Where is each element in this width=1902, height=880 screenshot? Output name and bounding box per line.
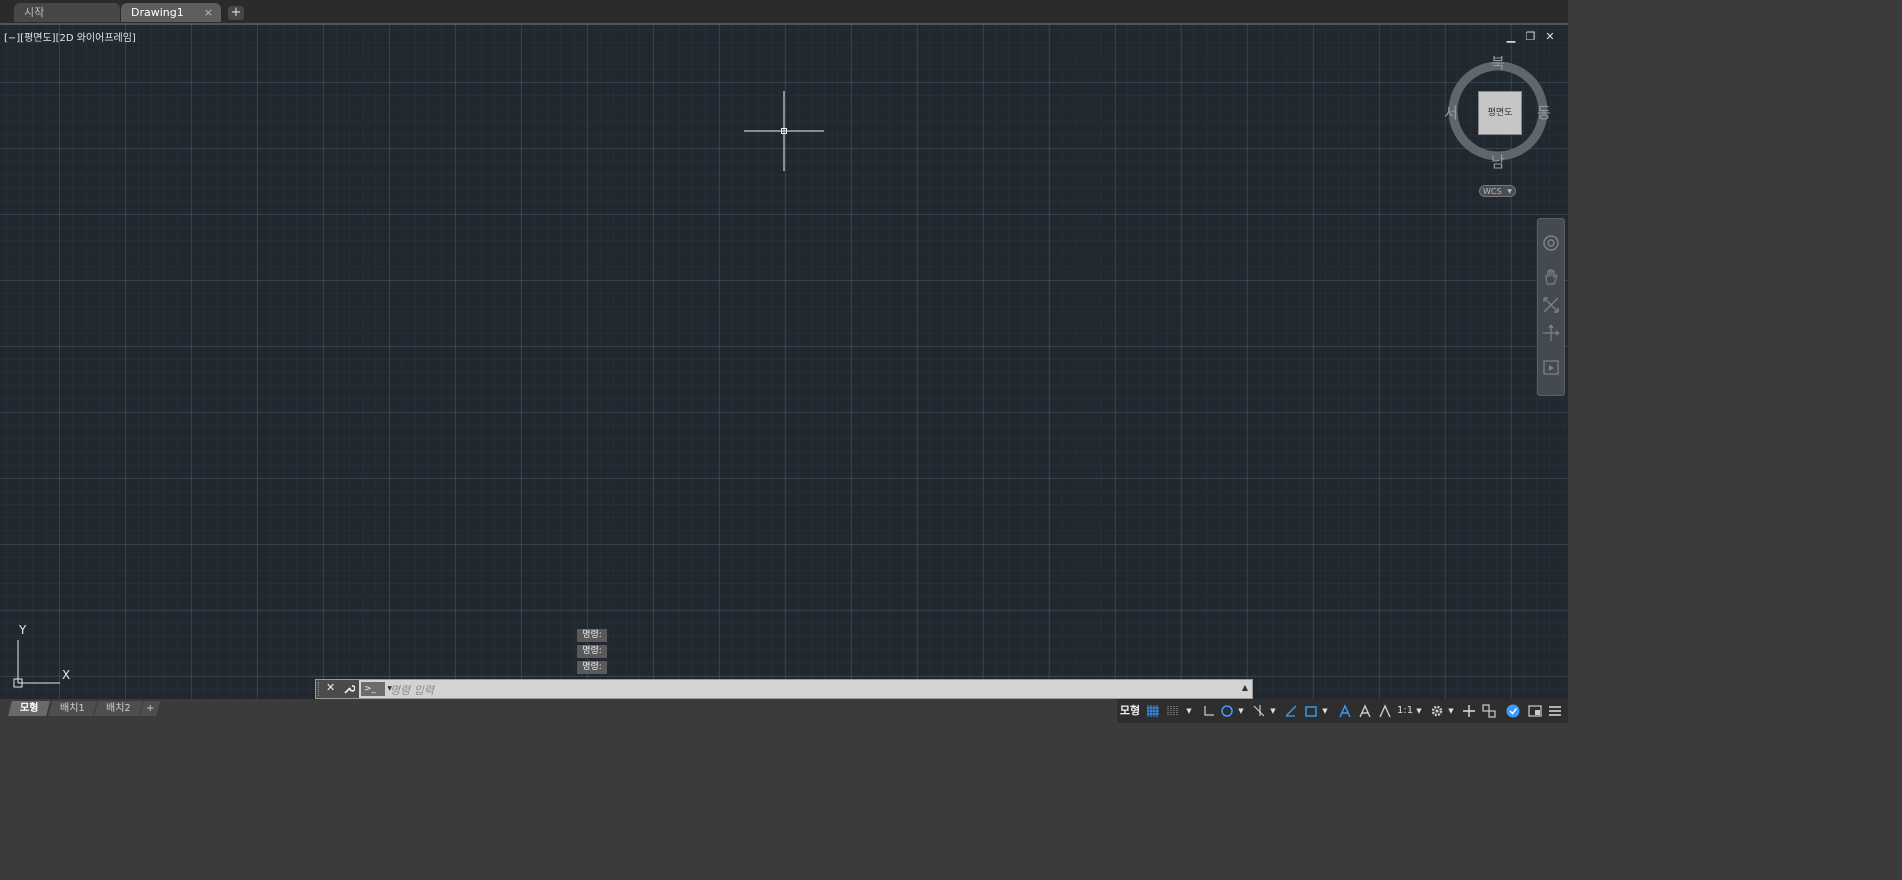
zoom-extents-icon[interactable]: [1541, 295, 1561, 315]
viewcube-top-face[interactable]: 평면도: [1478, 91, 1522, 135]
gear-icon[interactable]: [1429, 702, 1445, 720]
recent-commands-button[interactable]: >_ ▼: [361, 682, 392, 696]
snap-mode-icon[interactable]: [1165, 702, 1181, 720]
close-icon[interactable]: ×: [204, 3, 213, 22]
tab-start-label: 시작: [24, 6, 45, 19]
command-history-line: 명령:: [577, 661, 607, 674]
annotation-visibility-icon[interactable]: [1337, 702, 1353, 720]
chevron-down-icon[interactable]: ▼: [1185, 702, 1193, 720]
command-input[interactable]: [388, 681, 1232, 699]
model-space-button[interactable]: 모형: [1119, 702, 1141, 720]
grid-display-icon[interactable]: [1145, 702, 1161, 720]
close-icon[interactable]: ✕: [326, 681, 335, 694]
compass-south[interactable]: 남: [1491, 151, 1505, 172]
tab-drawing1[interactable]: Drawing1 ×: [121, 3, 221, 22]
isolate-objects-icon[interactable]: [1481, 702, 1497, 720]
layout-tab-bar: 모형 배치1 배치2 + 모형 ▼ ▼ ▼ ▼ 1:1 ▼ ▼: [0, 699, 1568, 725]
viewport-controls-label[interactable]: [−][평면도][2D 와이어프레임]: [4, 29, 136, 44]
file-tab-bar: 시작 Drawing1 × +: [0, 0, 1568, 25]
tab-start[interactable]: 시작: [14, 3, 120, 22]
chevron-down-icon[interactable]: ▼: [1237, 702, 1245, 720]
command-line-toolbar: ✕: [316, 680, 359, 698]
tab-model[interactable]: 모형: [7, 701, 51, 716]
orbit-icon[interactable]: [1541, 323, 1561, 343]
showmotion-icon[interactable]: [1541, 357, 1561, 377]
ucs-y-label: Y: [19, 623, 27, 637]
steering-wheel-icon[interactable]: [1541, 233, 1561, 253]
wcs-label: WCS: [1483, 187, 1502, 196]
plus-icon: +: [145, 703, 155, 714]
object-snap-icon[interactable]: [1303, 702, 1319, 720]
command-history-line: 명령:: [577, 645, 607, 658]
tab-layout1[interactable]: 배치1: [47, 701, 97, 716]
pan-icon[interactable]: [1541, 267, 1561, 287]
customization-menu-icon[interactable]: [1547, 702, 1563, 720]
plus-icon[interactable]: [1461, 702, 1477, 720]
ucs-icon: Y X: [10, 623, 80, 695]
viewport-window-controls: ▁ ❐ ✕: [1503, 30, 1558, 43]
tab-layout2[interactable]: 배치2: [93, 701, 143, 716]
minimize-icon[interactable]: ▁: [1503, 30, 1519, 43]
tab-model-label: 모형: [20, 703, 39, 714]
ucs-x-label: X: [62, 668, 71, 682]
restore-icon[interactable]: ❐: [1523, 30, 1539, 43]
clean-screen-icon[interactable]: [1527, 702, 1543, 720]
expand-history-icon[interactable]: ▲: [1242, 683, 1248, 692]
status-bar: 모형 ▼ ▼ ▼ ▼ 1:1 ▼ ▼: [1117, 699, 1568, 723]
wrench-icon[interactable]: [343, 683, 355, 695]
command-history-line: 명령:: [577, 629, 607, 642]
hardware-acceleration-icon[interactable]: [1505, 702, 1521, 720]
grip-handle[interactable]: [318, 682, 322, 696]
chevron-down-icon[interactable]: ▼: [1415, 702, 1423, 720]
object-snap-tracking-icon[interactable]: [1283, 702, 1299, 720]
new-layout-button[interactable]: +: [139, 701, 161, 716]
wcs-menu-button[interactable]: WCS ▼: [1479, 185, 1516, 197]
new-tab-button[interactable]: +: [228, 6, 244, 20]
polar-tracking-icon[interactable]: [1219, 702, 1235, 720]
annotation-scale-value[interactable]: 1:1: [1397, 702, 1413, 720]
tab-layout1-label: 배치1: [60, 703, 85, 714]
tab-layout2-label: 배치2: [106, 703, 131, 714]
command-line: ✕ >_ ▼ ▲: [315, 679, 1253, 699]
chevron-down-icon[interactable]: ▼: [1269, 702, 1277, 720]
close-icon[interactable]: ✕: [1542, 30, 1558, 43]
compass-north[interactable]: 북: [1491, 52, 1505, 73]
compass-east[interactable]: 동: [1537, 102, 1551, 123]
crosshair-cursor-icon: [744, 91, 824, 171]
ortho-mode-icon[interactable]: [1201, 702, 1217, 720]
prompt-icon: >_: [364, 684, 377, 694]
viewcube[interactable]: 북 남 동 서 평면도 WCS ▼: [1440, 52, 1560, 197]
chevron-down-icon: ▼: [1507, 188, 1512, 195]
annotation-scale-icon[interactable]: [1377, 702, 1393, 720]
chevron-down-icon[interactable]: ▼: [1447, 702, 1455, 720]
isodraft-icon[interactable]: [1251, 702, 1267, 720]
drawing-canvas[interactable]: [−][평면도][2D 와이어프레임] ▁ ❐ ✕ 북 남 동 서 평면도 WC…: [0, 25, 1568, 699]
autoscale-icon[interactable]: [1357, 702, 1373, 720]
chevron-down-icon[interactable]: ▼: [1321, 702, 1329, 720]
tab-drawing1-label: Drawing1: [131, 6, 184, 19]
navigation-bar: [1537, 218, 1565, 396]
compass-west[interactable]: 서: [1444, 102, 1458, 123]
